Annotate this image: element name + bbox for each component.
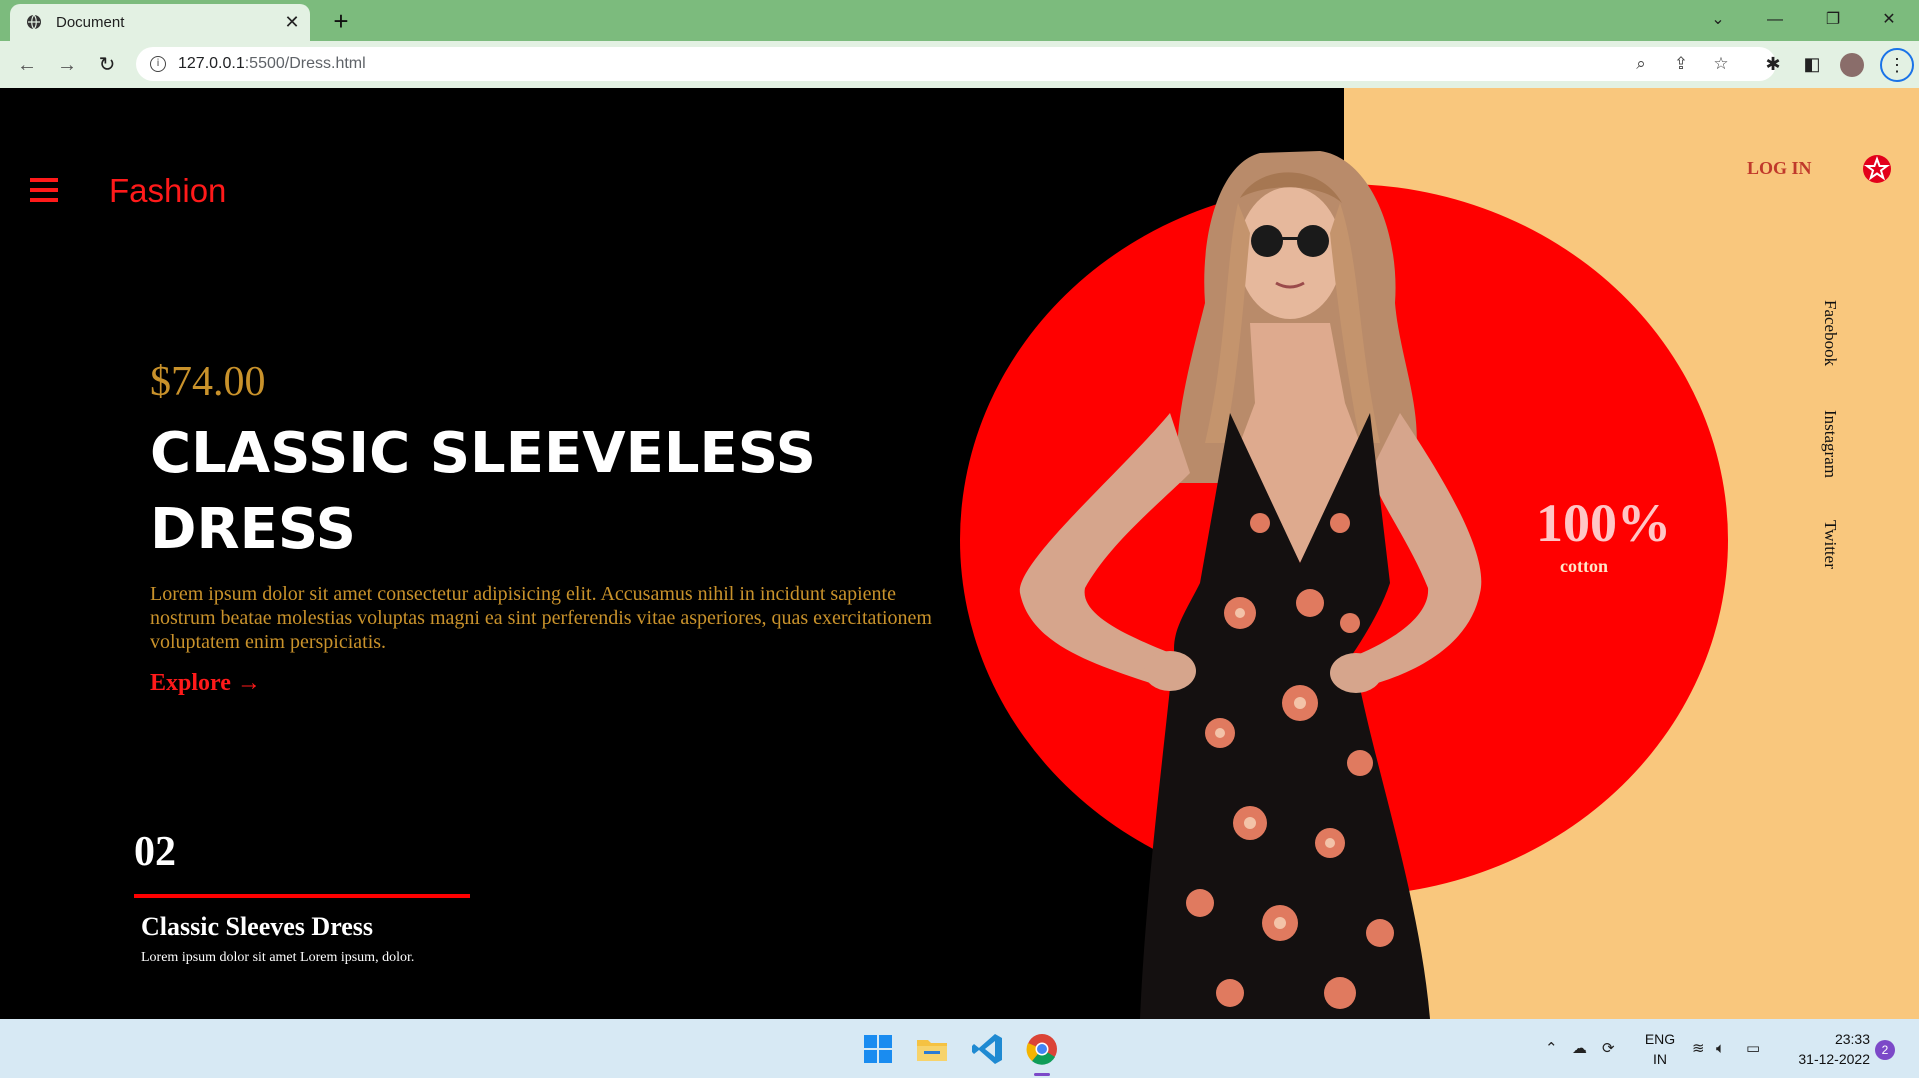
address-bar[interactable]: i 127.0.0.1:5500/Dress.html ⌕ ⇪ ☆ [136,47,1776,81]
minimize-icon[interactable]: — [1752,6,1798,34]
url-text[interactable]: 127.0.0.1:5500/Dress.html [178,55,366,73]
profile-avatar[interactable] [1840,53,1864,77]
product-price: $74.00 [150,359,266,405]
extensions-icon[interactable]: ✱ [1762,53,1784,75]
language-indicator[interactable]: ENG IN [1640,1029,1680,1069]
new-tab-button[interactable]: + [326,6,356,36]
info-icon[interactable]: i [150,56,166,72]
browser-tab[interactable]: Document ✕ [10,4,310,41]
forward-icon[interactable]: → [52,50,82,80]
restore-icon[interactable]: ❐ [1810,6,1856,34]
web-page: Fashion $74.00 CLASSIC SLEEVELESS DRESS … [0,88,1919,1019]
vscode-icon[interactable] [969,1031,1005,1067]
battery-icon[interactable]: ▭ [1746,1039,1760,1057]
social-instagram-link[interactable]: Instagram [1820,410,1840,478]
volume-icon[interactable]: 🔈︎ [1716,1039,1725,1057]
browser-tab-strip: Document ✕ + ⌄ — ❐ ✕ [0,0,1919,41]
zoom-icon[interactable]: ⌕ [1630,53,1652,75]
cotton-percentage: 100% [1536,493,1671,553]
social-facebook-link[interactable]: Facebook [1820,300,1840,366]
globe-icon [27,14,41,30]
tab-search-icon[interactable]: ⌄ [1695,6,1741,34]
card-title[interactable]: Classic Sleeves Dress [141,912,373,942]
notification-badge[interactable]: 2 [1875,1040,1895,1060]
onedrive-icon[interactable]: ☁ [1572,1039,1587,1057]
chevron-up-icon[interactable]: ⌃ [1545,1039,1558,1057]
star-badge-icon[interactable] [1862,154,1892,184]
brand-logo[interactable]: Fashion [109,172,226,210]
product-description: Lorem ipsum dolor sit amet consectetur a… [150,583,932,653]
model-image [1019,151,1482,1019]
card-number: 02 [134,829,176,875]
social-twitter-link[interactable]: Twitter [1820,520,1840,569]
active-app-indicator [1034,1073,1050,1076]
taskbar: ⌃ ☁ ⟳ ENG IN ≋ 🔈︎ ▭ 23:33 31-12-2022 2 [0,1019,1919,1078]
reload-icon[interactable]: ↻ [92,50,122,80]
tab-close-icon[interactable]: ✕ [282,12,302,32]
close-window-icon[interactable]: ✕ [1866,6,1912,34]
card-divider [134,894,470,898]
sidepanel-icon[interactable]: ◧ [1801,53,1823,75]
wifi-icon[interactable]: ≋ [1692,1039,1705,1057]
tab-title: Document [56,14,125,31]
back-icon[interactable]: ← [12,50,42,80]
explore-link[interactable]: Explore → [150,670,261,697]
login-link[interactable]: LOG IN [1747,158,1812,179]
card-description: Lorem ipsum dolor sit amet Lorem ipsum, … [141,950,415,965]
sync-icon[interactable]: ⟳ [1602,1039,1615,1057]
cotton-label: cotton [1560,556,1608,576]
share-icon[interactable]: ⇪ [1670,53,1692,75]
hamburger-menu-icon[interactable] [30,178,58,202]
menu-icon[interactable]: ⋮ [1880,48,1914,82]
chrome-icon[interactable] [1024,1031,1060,1067]
star-icon[interactable]: ☆ [1710,53,1732,75]
clock[interactable]: 23:33 31-12-2022 [1790,1029,1870,1069]
file-explorer-icon[interactable] [914,1031,950,1067]
address-toolbar: ← → ↻ i 127.0.0.1:5500/Dress.html ⌕ ⇪ ☆ … [0,41,1919,88]
product-title: CLASSIC SLEEVELESS DRESS [150,421,816,562]
windows-start-icon[interactable] [860,1031,896,1067]
